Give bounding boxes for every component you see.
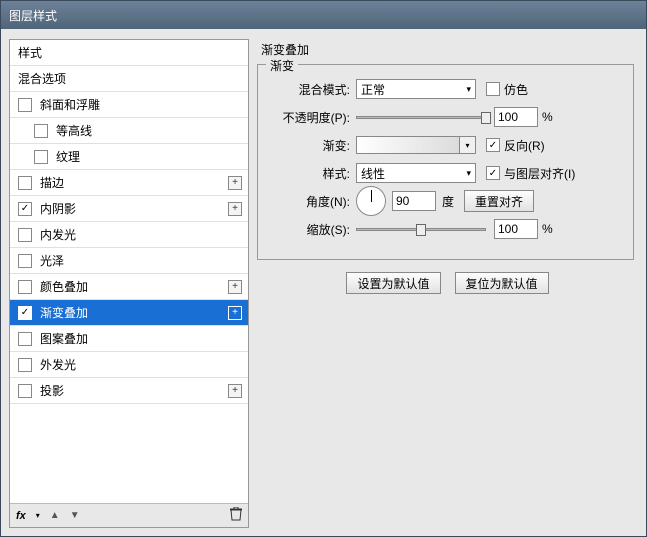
plus-icon[interactable]: + (228, 176, 242, 190)
style-row-label: 描边 (40, 174, 228, 191)
chevron-down-icon: ▾ (466, 168, 471, 179)
reverse-label: 反向(R) (504, 137, 545, 154)
angle-dial[interactable] (356, 186, 386, 216)
style-row[interactable]: 描边+ (10, 170, 248, 196)
scale-slider[interactable] (356, 222, 486, 236)
reverse-checkbox[interactable] (486, 138, 500, 152)
style-row[interactable]: 内发光 (10, 222, 248, 248)
angle-label: 角度(N): (270, 193, 356, 210)
style-row[interactable]: 纹理 (10, 144, 248, 170)
opacity-slider[interactable] (356, 110, 486, 124)
move-down-icon[interactable]: ▼ (70, 510, 80, 521)
reset-default-button[interactable]: 复位为默认值 (455, 272, 549, 294)
angle-input[interactable]: 90 (392, 191, 436, 211)
plus-icon[interactable]: + (228, 306, 242, 320)
style-row[interactable]: 内阴影+ (10, 196, 248, 222)
style-checkbox[interactable] (18, 176, 32, 190)
style-checkbox[interactable] (18, 306, 32, 320)
style-checkbox[interactable] (34, 150, 48, 164)
trash-icon[interactable] (230, 507, 242, 524)
settings-panel: 渐变叠加 渐变 混合模式: 正常 ▾ 仿色 不透明度(P): (257, 39, 638, 528)
style-checkbox[interactable] (18, 384, 32, 398)
style-row[interactable]: 渐变叠加+ (10, 300, 248, 326)
blend-mode-label: 混合模式: (270, 81, 356, 98)
dither-label: 仿色 (504, 81, 528, 98)
blend-options-header[interactable]: 混合选项 (10, 66, 248, 92)
layer-style-dialog: 图层样式 样式 混合选项 斜面和浮雕等高线纹理描边+内阴影+内发光光泽颜色叠加+… (0, 0, 647, 537)
gradient-swatch[interactable] (356, 136, 460, 154)
titlebar[interactable]: 图层样式 (1, 1, 646, 29)
style-row-label: 等高线 (56, 122, 242, 139)
style-row-label: 光泽 (40, 252, 242, 269)
align-label: 与图层对齐(I) (504, 165, 575, 182)
dither-checkbox[interactable] (486, 82, 500, 96)
style-row-label: 纹理 (56, 148, 242, 165)
style-checkbox[interactable] (34, 124, 48, 138)
style-row-label: 内发光 (40, 226, 242, 243)
blend-options-label: 混合选项 (18, 70, 242, 87)
chevron-down-icon: ▾ (466, 84, 471, 95)
style-checkbox[interactable] (18, 98, 32, 112)
style-row[interactable]: 光泽 (10, 248, 248, 274)
plus-icon[interactable]: + (228, 202, 242, 216)
style-row-label: 投影 (40, 382, 228, 399)
style-row-label: 颜色叠加 (40, 278, 228, 295)
style-row[interactable]: 颜色叠加+ (10, 274, 248, 300)
style-row-label: 斜面和浮雕 (40, 96, 242, 113)
style-list: 样式 混合选项 斜面和浮雕等高线纹理描边+内阴影+内发光光泽颜色叠加+渐变叠加+… (10, 40, 248, 503)
section-title: 渐变叠加 (257, 39, 638, 64)
style-select[interactable]: 线性 ▾ (356, 163, 476, 183)
styles-footer: fx ▾ ▲ ▼ (10, 503, 248, 527)
gradient-label: 渐变: (270, 137, 356, 154)
fieldset-legend: 渐变 (266, 57, 298, 74)
style-row[interactable]: 图案叠加 (10, 326, 248, 352)
style-row-label: 渐变叠加 (40, 304, 228, 321)
scale-input[interactable]: 100 (494, 219, 538, 239)
styles-header-label: 样式 (18, 44, 242, 61)
styles-header[interactable]: 样式 (10, 40, 248, 66)
move-up-icon[interactable]: ▲ (50, 510, 60, 521)
plus-icon[interactable]: + (228, 384, 242, 398)
angle-unit: 度 (442, 193, 454, 210)
style-label: 样式: (270, 165, 356, 182)
style-row[interactable]: 斜面和浮雕 (10, 92, 248, 118)
opacity-slider-thumb[interactable] (481, 112, 491, 124)
default-buttons-row: 设置为默认值 复位为默认值 (257, 272, 638, 294)
style-checkbox[interactable] (18, 228, 32, 242)
fx-menu-icon[interactable]: fx (16, 510, 26, 522)
style-value: 线性 (361, 165, 385, 182)
dialog-body: 样式 混合选项 斜面和浮雕等高线纹理描边+内阴影+内发光光泽颜色叠加+渐变叠加+… (1, 29, 646, 536)
style-row-label: 内阴影 (40, 200, 228, 217)
blend-mode-select[interactable]: 正常 ▾ (356, 79, 476, 99)
style-checkbox[interactable] (18, 202, 32, 216)
reset-align-button[interactable]: 重置对齐 (464, 190, 534, 212)
style-row[interactable]: 投影+ (10, 378, 248, 404)
styles-panel: 样式 混合选项 斜面和浮雕等高线纹理描边+内阴影+内发光光泽颜色叠加+渐变叠加+… (9, 39, 249, 528)
align-checkbox[interactable] (486, 166, 500, 180)
window-title: 图层样式 (9, 7, 57, 24)
style-row-label: 外发光 (40, 356, 242, 373)
style-row[interactable]: 等高线 (10, 118, 248, 144)
scale-label: 缩放(S): (270, 221, 356, 238)
make-default-button[interactable]: 设置为默认值 (346, 272, 440, 294)
style-row[interactable]: 外发光 (10, 352, 248, 378)
style-checkbox[interactable] (18, 280, 32, 294)
style-checkbox[interactable] (18, 254, 32, 268)
gradient-fieldset: 渐变 混合模式: 正常 ▾ 仿色 不透明度(P): (257, 64, 634, 260)
style-row-label: 图案叠加 (40, 330, 242, 347)
style-checkbox[interactable] (18, 358, 32, 372)
plus-icon[interactable]: + (228, 280, 242, 294)
style-checkbox[interactable] (18, 332, 32, 346)
blend-mode-value: 正常 (361, 81, 385, 98)
gradient-dropdown-icon[interactable]: ▾ (460, 136, 476, 154)
opacity-unit: % (542, 110, 553, 124)
fx-menu-caret-icon[interactable]: ▾ (36, 511, 40, 520)
opacity-input[interactable]: 100 (494, 107, 538, 127)
scale-slider-thumb[interactable] (416, 224, 426, 236)
opacity-label: 不透明度(P): (270, 109, 356, 126)
scale-unit: % (542, 222, 553, 236)
